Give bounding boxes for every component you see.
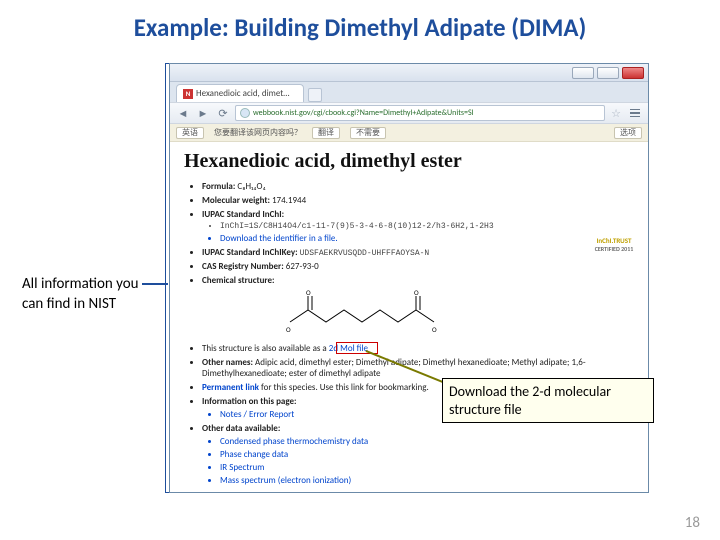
mw-label: Molecular weight: [202, 195, 270, 206]
svg-text:O: O [414, 288, 419, 297]
download-callout: Download the 2-d molecular structure fil… [442, 378, 654, 423]
menu-button[interactable] [627, 105, 643, 121]
translate-options-button[interactable]: 选项 [614, 127, 642, 139]
close-button[interactable] [622, 67, 644, 79]
infopage-label: Information on this page: [202, 396, 297, 407]
inchikey-label: IUPAC Standard InChIKey: [202, 247, 298, 258]
address-bar: ◄ ► ⟳ webbook.nist.gov/cgi/cbook.cgi?Nam… [170, 102, 648, 124]
translate-button[interactable]: 翻译 [312, 127, 340, 139]
slide-title: Example: Building Dimethyl Adipate (DIMA… [0, 0, 720, 51]
globe-icon [240, 108, 250, 118]
svg-text:O: O [286, 325, 291, 334]
othernames-row: Other names: Adipic acid, dimethyl ester… [202, 357, 634, 379]
otherdata-item[interactable]: Condensed phase thermochemistry data [220, 436, 634, 447]
page-heading: Hexanedioic acid, dimethyl ester [184, 150, 634, 173]
url-input[interactable]: webbook.nist.gov/cgi/cbook.cgi?Name=Dime… [235, 105, 605, 121]
browser-tab[interactable]: N Hexanedioic acid, dimet… [176, 84, 304, 102]
formula-label: Formula: [202, 181, 235, 192]
permalink-link[interactable]: Permanent link [202, 382, 259, 393]
svg-text:O: O [432, 325, 437, 334]
inchi-label: IUPAC Standard InChI: [202, 209, 284, 220]
translate-decline-button[interactable]: 不需要 [350, 127, 386, 139]
inchi-trust-badge: InChI.TRUST CERTIFIED 2011 [590, 232, 638, 256]
new-tab-button[interactable] [308, 88, 322, 102]
cas-value: 627-93-0 [286, 261, 319, 272]
tab-bar: N Hexanedioic acid, dimet… [170, 82, 648, 102]
molecule-diagram: O O O O [282, 288, 452, 340]
tab-title: Hexanedioic acid, dimet… [196, 88, 289, 99]
browser-window: N Hexanedioic acid, dimet… ◄ ► ⟳ webbook… [169, 63, 649, 493]
page-content: Hexanedioic acid, dimethyl ester Formula… [170, 142, 648, 492]
structavail-text: This structure is also available as a [202, 343, 327, 354]
left-annotation: All information you can find in NIST [22, 275, 162, 314]
inchi-string: InChI=1S/C8H14O4/c1-11-7(9)5-3-4-6-8(10)… [220, 222, 634, 231]
otherdata-item[interactable]: Mass spectrum (electron ionization) [220, 475, 634, 486]
chemstruct-label: Chemical structure: [202, 275, 275, 286]
otherdata-list: Condensed phase thermochemistry data Pha… [220, 436, 634, 486]
inchi-row: IUPAC Standard InChI: InChI=1S/C8H14O4/c… [202, 209, 634, 244]
translate-source-button[interactable]: 英语 [176, 127, 204, 139]
mw-value: 174.1944 [272, 195, 306, 206]
molfile-link[interactable]: 2d Mol file [329, 343, 368, 354]
cas-row: CAS Registry Number: 627-93-0 [202, 261, 634, 272]
badge-top: InChI.TRUST [597, 236, 632, 245]
forward-button[interactable]: ► [195, 105, 211, 121]
window-titlebar [170, 64, 648, 82]
info-list: Formula: C₈H₁₄O₄ Molecular weight: 174.1… [202, 181, 634, 486]
otherdata-item[interactable]: Phase change data [220, 449, 634, 460]
maximize-button[interactable] [597, 67, 619, 79]
translate-prompt: 您要翻译该网页内容吗？ [214, 127, 302, 138]
othernames-label: Other names: [202, 357, 253, 368]
otherdata-row: Other data available: Condensed phase th… [202, 423, 634, 486]
inchikey-value: UDSFAEKRVUSQDD-UHFFFAOYSA-N [300, 249, 430, 258]
otherdata-label: Other data available: [202, 423, 280, 434]
cas-label: CAS Registry Number: [202, 261, 284, 272]
minimize-button[interactable] [572, 67, 594, 79]
otherdata-item[interactable]: IR Spectrum [220, 462, 634, 473]
inchikey-row: IUPAC Standard InChIKey: UDSFAEKRVUSQDD-… [202, 247, 634, 258]
permalink-rest: for this species. Use this link for book… [259, 382, 429, 393]
formula-value: C₈H₁₄O₄ [237, 181, 265, 192]
badge-bottom: CERTIFIED 2011 [595, 245, 634, 253]
structavail-row: This structure is also available as a 2d… [202, 343, 634, 354]
url-text: webbook.nist.gov/cgi/cbook.cgi?Name=Dime… [253, 108, 474, 118]
inchi-download-link[interactable]: Download the identifier in a file. [220, 233, 634, 244]
back-button[interactable]: ◄ [175, 105, 191, 121]
reload-button[interactable]: ⟳ [215, 105, 231, 121]
translate-bar: 英语 您要翻译该网页内容吗？ 翻译 不需要 选项 [170, 124, 648, 142]
formula-row: Formula: C₈H₁₄O₄ [202, 181, 634, 192]
favicon-icon: N [183, 89, 193, 99]
bookmark-star-icon[interactable]: ☆ [609, 106, 623, 120]
mw-row: Molecular weight: 174.1944 [202, 195, 634, 206]
slide-number: 18 [685, 514, 700, 532]
chemstruct-row: Chemical structure: O O O O [202, 275, 634, 340]
svg-text:O: O [306, 288, 311, 297]
